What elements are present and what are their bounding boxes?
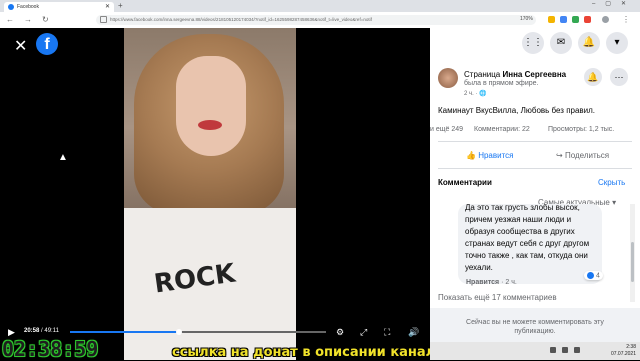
clock-time: 2:38 [626, 344, 636, 350]
browser-tab[interactable]: Facebook ✕ [4, 2, 114, 12]
bell-icon[interactable]: 🔔 [584, 68, 602, 86]
tab-bar: Facebook ✕ + –▢✕ [0, 0, 640, 12]
lips-shape [198, 120, 222, 130]
menu-grid-icon[interactable]: ⋮⋮ [522, 32, 544, 54]
extension-icon[interactable] [548, 16, 555, 23]
tray-icon[interactable] [562, 347, 568, 353]
time-ago[interactable]: 2 ч. · [464, 91, 477, 97]
extension-icon[interactable] [584, 16, 591, 23]
like-button[interactable]: 👍 Нравится [466, 151, 514, 160]
scrollbar-thumb[interactable] [631, 242, 634, 282]
tray-clock[interactable]: 2:38 07.07.2021 [611, 344, 636, 358]
reactions-count[interactable]: и ещё 249 [430, 126, 463, 133]
progress-bar[interactable] [70, 329, 326, 335]
notifications-bell-icon[interactable]: 🔔 [578, 32, 600, 54]
share-button[interactable]: ↪ Поделиться [556, 151, 609, 160]
comments-heading: Комментарии [438, 178, 492, 187]
post-description: Каминаут ВкусВилла, Любовь без правил. [438, 106, 596, 115]
divider [438, 141, 632, 142]
post-time: 2 ч. · 🌐 [464, 90, 487, 97]
settings-gear-icon[interactable]: ⚙ [336, 327, 344, 338]
divider [438, 168, 632, 169]
comment-text: Да это так грусть злобы высок, причем уе… [465, 204, 590, 272]
expand-icon[interactable]: ⛶ [384, 327, 390, 338]
extension-icon[interactable] [572, 16, 579, 23]
chevron-down-icon: ▾ [612, 198, 617, 207]
comment-bubble: Да это так грусть злобы высок, причем уе… [458, 204, 602, 284]
facebook-logo-icon[interactable]: f [36, 33, 58, 55]
account-dropdown-icon[interactable]: ▾ [606, 32, 628, 54]
globe-icon: 🌐 [479, 91, 487, 97]
taskbar: 2:38 07.07.2021 [430, 342, 640, 360]
fullscreen-icon[interactable]: ⤢ [360, 327, 367, 338]
forward-icon[interactable]: → [24, 15, 32, 24]
tab-title: Facebook [17, 4, 39, 10]
profile-icon[interactable] [602, 16, 609, 23]
comment-actions: Нравится · 2 ч. [466, 279, 517, 286]
extension-icon[interactable] [560, 16, 567, 23]
tray-icon[interactable] [550, 347, 556, 353]
mouse-cursor-icon: ▲ [58, 152, 68, 163]
comment-disabled-footer: Сейчас вы не можете комментировать эту п… [430, 308, 640, 344]
close-tab-icon[interactable]: ✕ [105, 2, 110, 12]
live-status: была в прямом эфире. [464, 80, 539, 87]
more-options-icon[interactable]: ⋯ [610, 68, 628, 86]
page-prefix: Страница [464, 70, 501, 79]
avatar[interactable] [438, 68, 458, 88]
face-shape [176, 56, 246, 156]
volume-icon[interactable]: 🔊 [408, 327, 419, 338]
lock-icon [100, 16, 107, 24]
progress-handle[interactable] [176, 329, 183, 335]
browser-chrome: Facebook ✕ + –▢✕ ← → ↻ https://www.faceb… [0, 0, 640, 29]
share-label: Поделиться [564, 151, 610, 160]
hide-comments-link[interactable]: Скрыть [598, 178, 625, 187]
page-name: Страница Инна Сергеевна [464, 70, 566, 79]
overlay-banner: ссылка на донат в описании канала [172, 345, 444, 360]
video-frame: ROCK [124, 28, 296, 360]
comment-likes-count: 4 [596, 272, 600, 280]
duration: / 49:11 [41, 328, 59, 334]
clock-date: 07.07.2021 [610, 351, 636, 357]
url-input[interactable]: https://www.facebook.com/inna.sergeevna.… [96, 15, 536, 25]
menu-icon[interactable]: ⋮ [622, 15, 630, 24]
overlay-timer: 02:38:59 [2, 337, 99, 361]
video-player[interactable]: ROCK ✕ f ▲ ▶ 20:58 / 49:11 ⚙ ⤢ ⛶ 🔊 [0, 28, 430, 360]
new-tab-icon[interactable]: + [118, 1, 123, 10]
comment-time: · 2 ч. [501, 279, 517, 286]
comments-count[interactable]: Комментарии: 22 [474, 126, 530, 133]
views-count: Просмотры: 1,2 тыс. [548, 126, 615, 133]
zoom-level[interactable]: 170% [520, 16, 533, 22]
facebook-favicon-icon [8, 4, 14, 10]
address-bar-row: ← → ↻ https://www.facebook.com/inna.serg… [0, 12, 640, 29]
page-link[interactable]: Инна Сергеевна [503, 70, 567, 79]
like-reaction-icon [587, 272, 594, 279]
reload-icon[interactable]: ↻ [42, 15, 49, 24]
time-display: 20:58 / 49:11 [24, 328, 59, 334]
back-icon[interactable]: ← [6, 15, 14, 24]
show-more-comments[interactable]: Показать ещё 17 комментариев [438, 293, 557, 302]
comment-reactions[interactable]: 4 [584, 271, 603, 281]
messenger-icon[interactable]: ✉ [550, 32, 572, 54]
tray-icon[interactable] [574, 347, 580, 353]
window-controls[interactable]: –▢✕ [592, 0, 636, 7]
comment-like-button[interactable]: Нравится [466, 279, 499, 286]
scrollbar[interactable] [630, 204, 635, 302]
like-label: Нравится [478, 151, 514, 160]
post-panel: ⋮⋮ ✉ 🔔 ▾ Страница Инна Сергеевна была в … [430, 28, 640, 360]
footer-text: Сейчас вы не можете комментировать эту п… [466, 319, 604, 335]
current-time: 20:58 [24, 328, 40, 334]
close-icon[interactable]: ✕ [14, 36, 27, 56]
progress-fill [70, 331, 180, 333]
url-text: https://www.facebook.com/inna.sergeevna.… [110, 17, 372, 22]
